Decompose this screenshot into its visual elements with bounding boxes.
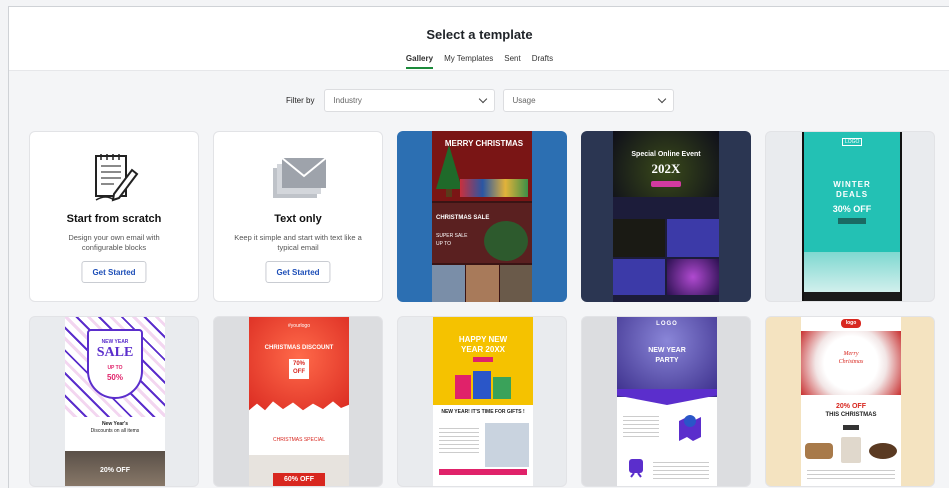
christmas-tree-icon: [436, 145, 462, 197]
template-preview: HAPPY NEW YEAR 20XX NEW YEAR! IT'S TIME …: [433, 317, 533, 486]
template-line: Discounts on all items: [90, 428, 140, 434]
template-line: UP TO: [436, 241, 452, 247]
template-line: NEW YEAR! IT'S TIME FOR GIFTS !: [441, 409, 525, 415]
template-card-online-event[interactable]: Special Online Event 202X: [581, 131, 751, 302]
card-title: Text only: [274, 213, 322, 225]
template-preview: LOGO WINTER DEALS 30% OFF: [802, 132, 902, 301]
header: Select a template Gallery My Templates S…: [9, 7, 949, 71]
template-line: SALE: [96, 345, 134, 360]
industry-select-value: Industry: [333, 96, 362, 105]
filter-label: Filter by: [286, 96, 315, 105]
template-preview: Special Online Event 202X: [613, 131, 719, 302]
template-preview: MERRY CHRISTMAS CHRISTMAS SALE SUPER SAL…: [432, 131, 532, 302]
get-started-button[interactable]: Get Started: [265, 261, 331, 283]
tab-bar: Gallery My Templates Sent Drafts: [9, 54, 949, 69]
template-line: YEAR 20XX: [460, 345, 506, 354]
template-line: THIS CHRISTMAS: [825, 412, 877, 418]
template-card-christmas-20-off[interactable]: logo Merry Christmas 20% OFF THIS CHRIST…: [765, 316, 935, 487]
template-line: DEALS: [835, 190, 869, 199]
template-headline: MERRY CHRISTMAS: [444, 139, 524, 148]
tab-gallery[interactable]: Gallery: [405, 54, 434, 69]
template-line: PARTY: [655, 357, 679, 364]
template-preview: NEW YEAR SALE UP TO 50% New Year's Disco…: [65, 317, 165, 486]
page-title: Select a template: [426, 27, 533, 42]
template-line: CHRISTMAS SALE: [436, 215, 490, 221]
template-card-happy-new-year[interactable]: HAPPY NEW YEAR 20XX NEW YEAR! IT'S TIME …: [397, 316, 567, 487]
usage-select-value: Usage: [512, 96, 536, 105]
filter-bar: Filter by Industry Usage: [286, 89, 675, 112]
template-logo: logo: [845, 320, 857, 326]
template-line: 20% OFF: [836, 403, 866, 410]
template-line: 70%: [292, 361, 305, 367]
template-line: Merry: [843, 351, 859, 357]
start-from-scratch-card[interactable]: Start from scratch Design your own email…: [29, 131, 199, 302]
template-preview: LOGO NEW YEAR PARTY: [617, 317, 717, 486]
template-logo: LOGO: [842, 138, 863, 146]
chevron-down-icon: [479, 94, 488, 104]
template-line: HAPPY NEW: [458, 335, 508, 344]
template-card-merry-christmas[interactable]: MERRY CHRISTMAS CHRISTMAS SALE SUPER SAL…: [397, 131, 567, 302]
template-line: WINTER: [833, 180, 871, 189]
tab-my-templates[interactable]: My Templates: [444, 54, 493, 69]
template-line: 50%: [106, 373, 123, 382]
template-line: UP TO: [107, 365, 123, 371]
template-line: Christmas: [838, 359, 864, 365]
template-logo: #yourlogo: [288, 323, 310, 329]
template-badge: 60% OFF: [284, 476, 314, 483]
template-preview: #yourlogo CHRISTMAS DISCOUNT 70% OFF CHR…: [249, 317, 349, 486]
tab-sent[interactable]: Sent: [504, 54, 520, 69]
template-line: CHRISTMAS DISCOUNT: [264, 345, 334, 351]
map-pin-icon: [679, 415, 701, 441]
template-logo: LOGO: [656, 321, 678, 327]
template-card-new-year-party[interactable]: LOGO NEW YEAR PARTY: [581, 316, 751, 487]
envelope-icon: [273, 157, 327, 198]
card-description: Design your own email with configurable …: [68, 233, 160, 252]
template-headline: Special Online Event: [631, 151, 701, 158]
notepad-pencil-icon: [95, 154, 139, 202]
template-line: NEW YEAR: [648, 347, 686, 354]
template-line: SUPER SALE: [436, 233, 468, 239]
card-title: Start from scratch: [66, 213, 162, 225]
template-year: 202X: [651, 161, 681, 176]
chevron-down-icon: [658, 94, 667, 104]
template-card-christmas-discount[interactable]: #yourlogo CHRISTMAS DISCOUNT 70% OFF CHR…: [213, 316, 383, 487]
template-badge: 20% OFF: [100, 467, 130, 474]
template-line: New Year's: [101, 421, 129, 427]
usage-select[interactable]: Usage: [503, 89, 675, 112]
template-card-new-year-sale[interactable]: NEW YEAR SALE UP TO 50% New Year's Disco…: [29, 316, 199, 487]
card-description: Keep it simple and start with text like …: [234, 233, 362, 252]
tab-drafts[interactable]: Drafts: [532, 54, 553, 69]
train-icon: [629, 459, 643, 478]
text-only-card[interactable]: Text only Keep it simple and start with …: [213, 131, 383, 302]
get-started-button[interactable]: Get Started: [81, 261, 147, 283]
template-line: CHRISTMAS SPECIAL: [273, 437, 325, 443]
template-card-winter-deals[interactable]: LOGO WINTER DEALS 30% OFF: [765, 131, 935, 302]
industry-select[interactable]: Industry: [324, 89, 496, 112]
template-line: OFF: [293, 369, 305, 375]
template-preview: logo Merry Christmas 20% OFF THIS CHRIST…: [801, 317, 901, 486]
template-line: 30% OFF: [832, 204, 872, 214]
template-picker-window: Select a template Gallery My Templates S…: [8, 6, 949, 488]
